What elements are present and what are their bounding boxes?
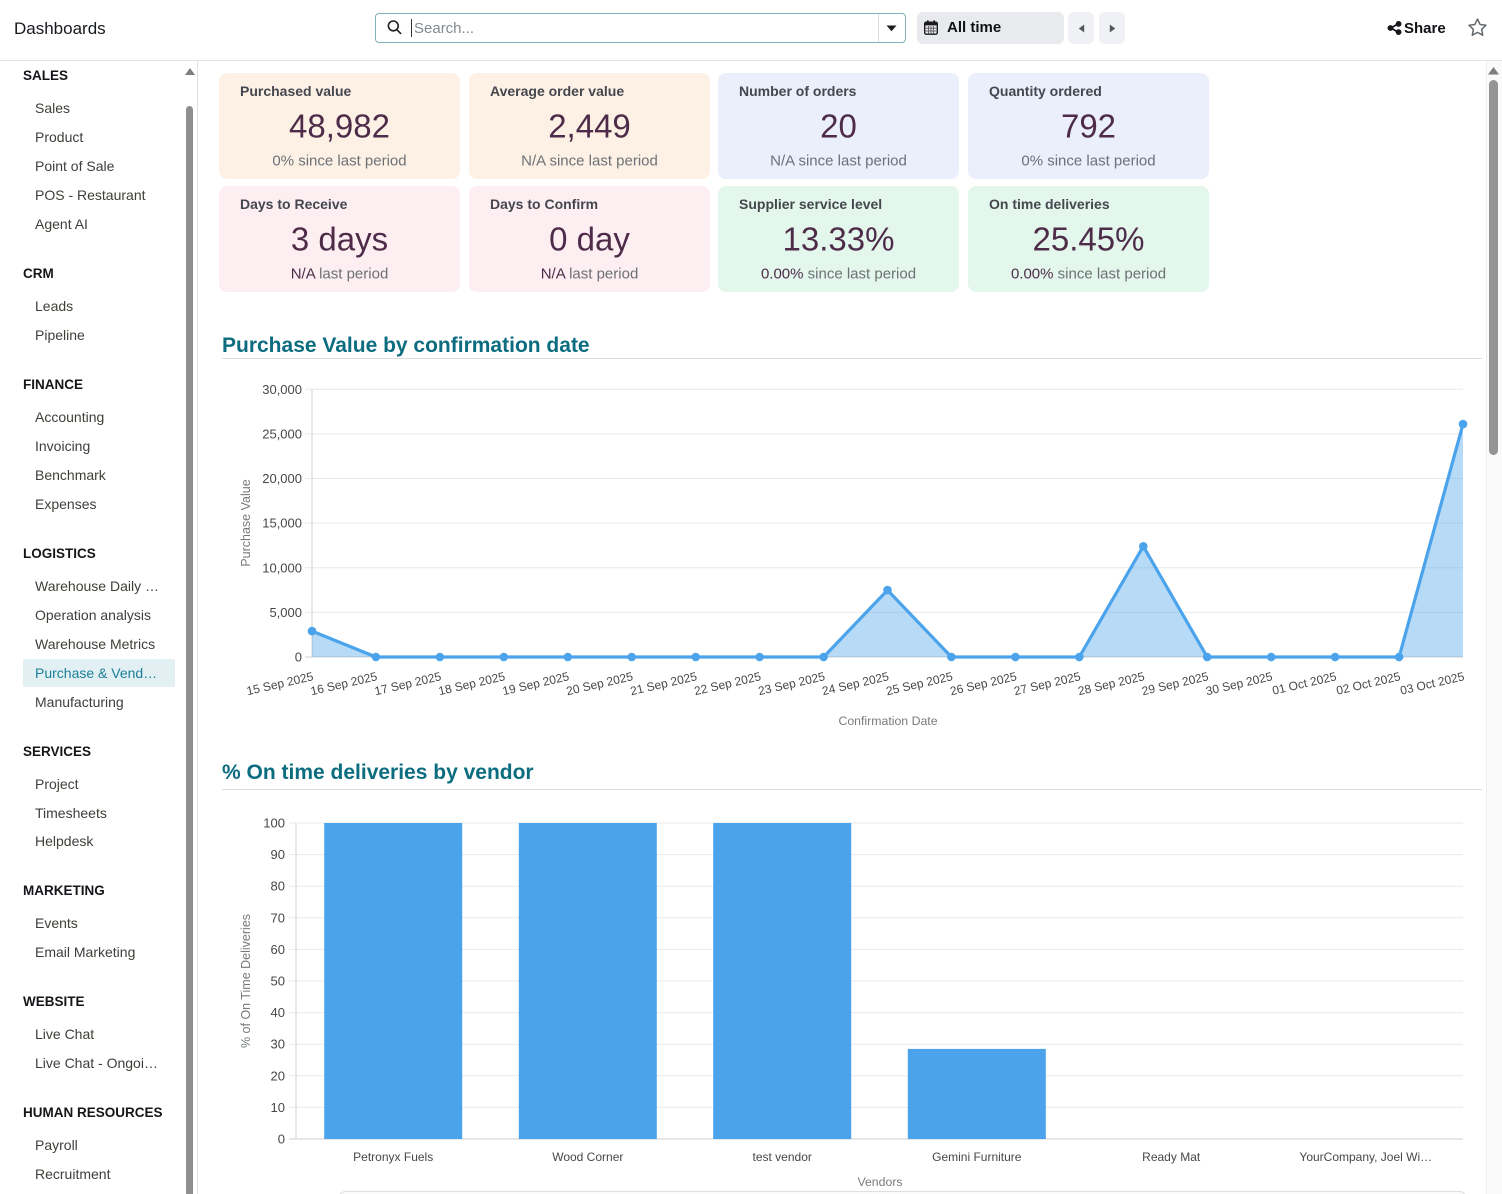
svg-text:Gemini Furniture: Gemini Furniture bbox=[932, 1150, 1022, 1164]
svg-text:20 Sep 2025: 20 Sep 2025 bbox=[565, 669, 635, 698]
svg-text:21 Sep 2025: 21 Sep 2025 bbox=[629, 669, 699, 698]
svg-text:24 Sep 2025: 24 Sep 2025 bbox=[821, 669, 891, 698]
svg-text:70: 70 bbox=[271, 910, 285, 925]
svg-text:19 Sep 2025: 19 Sep 2025 bbox=[501, 669, 571, 698]
svg-text:Wood Corner: Wood Corner bbox=[552, 1150, 623, 1164]
svg-text:01 Oct 2025: 01 Oct 2025 bbox=[1271, 669, 1338, 697]
svg-text:50: 50 bbox=[271, 974, 285, 989]
svg-text:0: 0 bbox=[295, 650, 302, 665]
svg-text:60: 60 bbox=[271, 942, 285, 957]
svg-text:90: 90 bbox=[271, 847, 285, 862]
svg-text:Confirmation Date: Confirmation Date bbox=[838, 714, 937, 728]
svg-text:15,000: 15,000 bbox=[262, 516, 302, 531]
svg-text:0: 0 bbox=[278, 1132, 285, 1147]
svg-text:% of On Time Deliveries: % of On Time Deliveries bbox=[239, 914, 253, 1048]
svg-text:16 Sep 2025: 16 Sep 2025 bbox=[309, 669, 379, 698]
svg-text:17 Sep 2025: 17 Sep 2025 bbox=[373, 669, 443, 698]
svg-text:30 Sep 2025: 30 Sep 2025 bbox=[1204, 669, 1274, 698]
svg-text:Ready Mat: Ready Mat bbox=[1142, 1150, 1201, 1164]
svg-text:100: 100 bbox=[263, 816, 285, 831]
svg-text:25 Sep 2025: 25 Sep 2025 bbox=[885, 669, 955, 698]
svg-text:20,000: 20,000 bbox=[262, 471, 302, 486]
svg-text:10,000: 10,000 bbox=[262, 560, 302, 575]
svg-text:5,000: 5,000 bbox=[269, 605, 302, 620]
svg-text:15 Sep 2025: 15 Sep 2025 bbox=[245, 669, 315, 698]
svg-text:23 Sep 2025: 23 Sep 2025 bbox=[757, 669, 827, 698]
svg-text:80: 80 bbox=[271, 879, 285, 894]
svg-text:03 Oct 2025: 03 Oct 2025 bbox=[1399, 669, 1466, 697]
svg-text:26 Sep 2025: 26 Sep 2025 bbox=[949, 669, 1019, 698]
svg-text:30: 30 bbox=[271, 1037, 285, 1052]
svg-text:YourCompany, Joel Wi…: YourCompany, Joel Wi… bbox=[1299, 1150, 1432, 1164]
svg-text:27 Sep 2025: 27 Sep 2025 bbox=[1013, 669, 1083, 698]
svg-text:Vendors: Vendors bbox=[857, 1175, 902, 1189]
svg-text:20: 20 bbox=[271, 1068, 285, 1083]
svg-text:Purchase Value: Purchase Value bbox=[239, 479, 253, 566]
svg-text:28 Sep 2025: 28 Sep 2025 bbox=[1077, 669, 1147, 698]
svg-text:02 Oct 2025: 02 Oct 2025 bbox=[1335, 669, 1402, 697]
svg-text:30,000: 30,000 bbox=[262, 382, 302, 397]
svg-text:22 Sep 2025: 22 Sep 2025 bbox=[693, 669, 763, 698]
svg-text:Petronyx Fuels: Petronyx Fuels bbox=[353, 1150, 433, 1164]
svg-text:29 Sep 2025: 29 Sep 2025 bbox=[1140, 669, 1210, 698]
svg-text:40: 40 bbox=[271, 1005, 285, 1020]
svg-text:25,000: 25,000 bbox=[262, 426, 302, 441]
svg-text:10: 10 bbox=[271, 1100, 285, 1115]
svg-text:test vendor: test vendor bbox=[753, 1150, 812, 1164]
svg-text:18 Sep 2025: 18 Sep 2025 bbox=[437, 669, 507, 698]
